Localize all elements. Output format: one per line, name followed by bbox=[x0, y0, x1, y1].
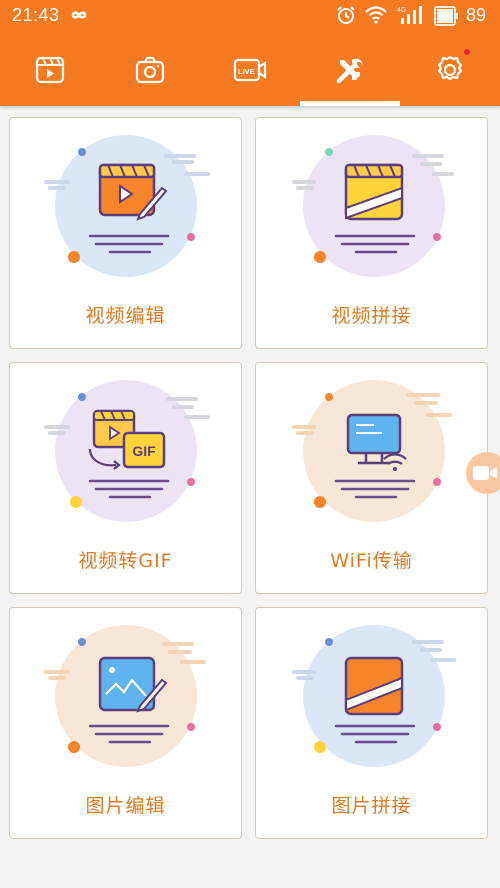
card-label: 视频拼接 bbox=[331, 305, 412, 327]
video-clip-icon bbox=[35, 56, 65, 84]
card-video-to-gif[interactable]: GIF 视频转GIF bbox=[9, 362, 242, 594]
status-bar: 21:43 4G 89 bbox=[0, 0, 500, 34]
infinity-icon bbox=[66, 6, 92, 28]
top-tab-bar: LIVE bbox=[0, 34, 500, 106]
video-join-illustration bbox=[292, 135, 454, 277]
camera-icon bbox=[135, 56, 165, 84]
wifi-transfer-illustration bbox=[292, 380, 452, 522]
gif-text: GIF bbox=[132, 443, 156, 459]
settings-icon bbox=[437, 55, 463, 81]
tab-selected-indicator bbox=[300, 101, 400, 106]
card-video-edit[interactable]: 视频编辑 bbox=[9, 117, 242, 349]
battery-percent: 89 bbox=[466, 5, 487, 25]
video-to-gif-illustration: GIF bbox=[44, 380, 210, 522]
tab-settings[interactable] bbox=[400, 34, 500, 106]
image-edit-illustration bbox=[44, 625, 206, 767]
card-image-join[interactable]: 图片拼接 bbox=[255, 607, 488, 839]
tab-video[interactable] bbox=[0, 34, 100, 106]
video-camera-icon bbox=[473, 466, 497, 480]
tools-icon bbox=[336, 58, 363, 84]
card-video-join[interactable]: 视频拼接 bbox=[255, 117, 488, 349]
card-label: WiFi传输 bbox=[330, 550, 413, 572]
image-join-icon bbox=[344, 656, 404, 716]
video-join-icon bbox=[344, 163, 404, 221]
card-image-edit[interactable]: 图片编辑 bbox=[9, 607, 242, 839]
status-time: 21:43 bbox=[12, 5, 60, 25]
card-label: 图片拼接 bbox=[331, 795, 412, 817]
signal-icon: 4G bbox=[397, 4, 427, 30]
network-type-label: 4G bbox=[397, 7, 406, 14]
notification-badge bbox=[464, 49, 470, 55]
image-join-illustration bbox=[292, 625, 456, 767]
tab-tools[interactable] bbox=[300, 34, 400, 106]
floating-record-button[interactable] bbox=[466, 452, 500, 494]
card-label: 图片编辑 bbox=[85, 795, 166, 817]
card-label: 视频转GIF bbox=[78, 550, 173, 572]
live-icon: LIVE bbox=[233, 58, 267, 82]
alarm-icon bbox=[336, 5, 356, 29]
video-edit-illustration bbox=[44, 135, 210, 277]
wifi-icon bbox=[364, 6, 388, 28]
tab-camera[interactable] bbox=[100, 34, 200, 106]
live-text: LIVE bbox=[238, 67, 255, 76]
card-wifi-transfer[interactable]: WiFi传输 bbox=[255, 362, 488, 594]
battery-icon bbox=[433, 6, 461, 30]
card-label: 视频编辑 bbox=[85, 305, 166, 327]
tab-live[interactable]: LIVE bbox=[200, 34, 300, 106]
